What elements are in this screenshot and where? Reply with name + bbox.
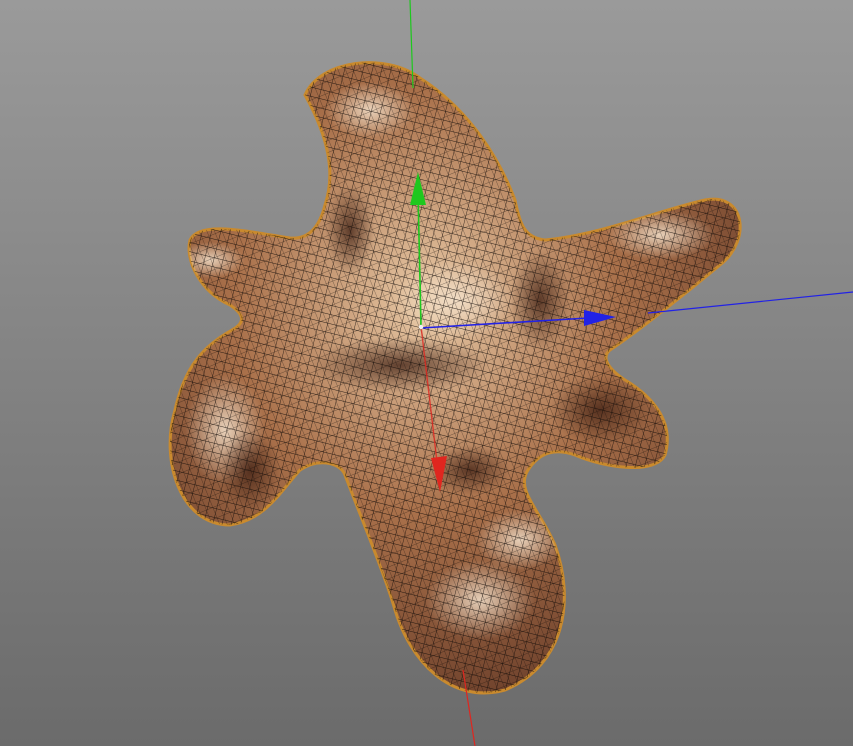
3d-viewport[interactable]	[0, 0, 853, 746]
viewport-canvas[interactable]	[0, 0, 853, 746]
gizmo-origin[interactable]	[418, 324, 424, 330]
